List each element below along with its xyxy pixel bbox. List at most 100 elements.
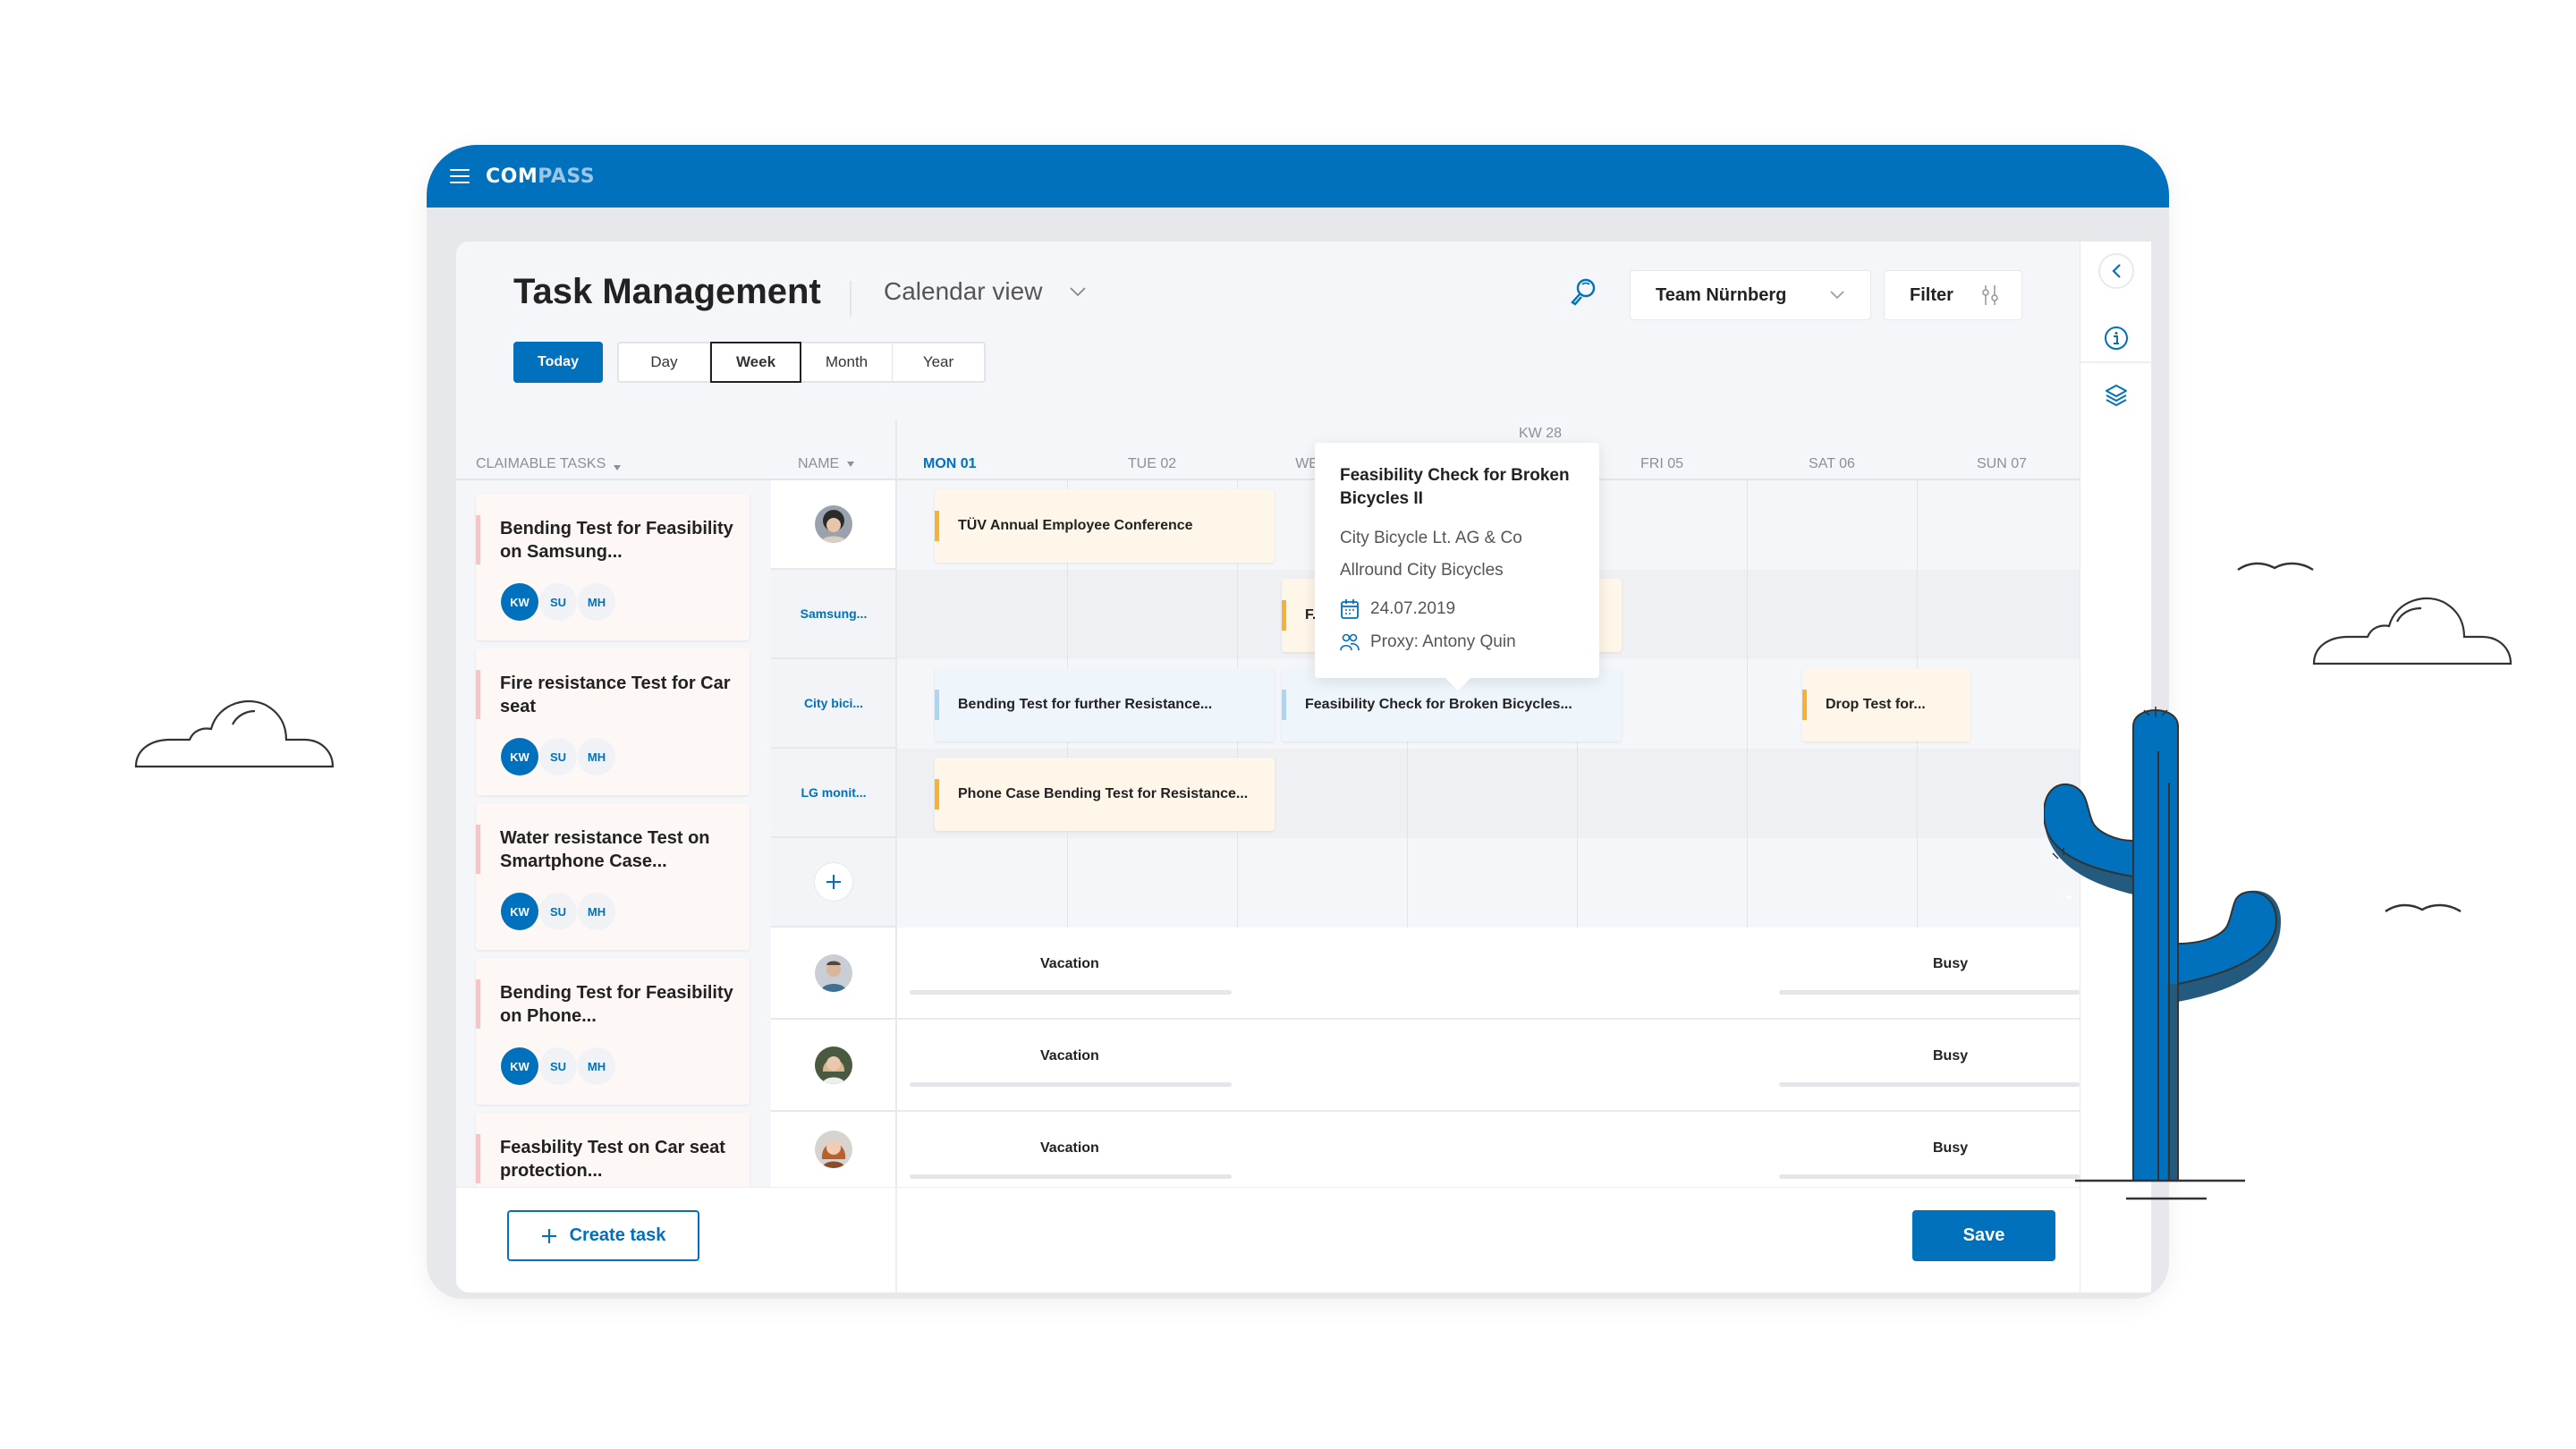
calendar-icon [1341,599,1359,619]
tab-year[interactable]: Year [893,343,984,381]
assignee-avatar[interactable]: SU [539,583,577,621]
event-accent [935,690,939,720]
assignee-avatar[interactable]: MH [578,1047,615,1085]
busy-label[interactable]: Busy [1933,1140,1968,1157]
vacation-label[interactable]: Vacation [1040,1048,1099,1064]
vacation-label[interactable]: Vacation [1040,1140,1099,1157]
vacation-label[interactable]: Vacation [1040,956,1099,972]
layers-button[interactable] [2098,377,2134,413]
name-cell [771,838,896,928]
person-avatar[interactable] [815,953,852,992]
calendar-event[interactable]: Phone Case Bending Test for Resistance..… [935,758,1275,831]
tab-week[interactable]: Week [710,342,801,383]
hamburger-menu-icon[interactable] [450,169,470,183]
calendar-event[interactable]: TÜV Annual Employee Conference [935,489,1275,563]
sliders-icon [1982,285,1998,305]
save-button[interactable]: Save [1912,1210,2055,1261]
task-card[interactable]: Bending Test for Feasibility on Phone...… [476,958,750,1105]
task-card[interactable]: Fire resistance Test for Car seat KW SU … [476,648,750,795]
event-title: TÜV Annual Employee Conference [958,518,1193,533]
info-button[interactable] [2098,320,2134,356]
app-logo: COMPASS [486,165,596,188]
info-icon [2105,326,2128,350]
cloud-right-icon [2312,597,2512,665]
assignee-avatar[interactable]: MH [578,583,615,621]
team-select[interactable]: Team Nürnberg [1630,270,1871,320]
vacation-bar [910,990,1232,995]
assignee-avatar[interactable]: KW [501,583,538,621]
name-header-label: NAME [798,456,840,471]
create-task-button[interactable]: Create task [507,1210,699,1261]
page-title: Task Management [513,272,821,311]
add-row-button[interactable] [814,862,853,902]
calendar-event[interactable]: Bending Test for further Resistance... [935,668,1275,741]
event-accent [1282,690,1286,720]
view-tabs: Day Week Month Year [617,342,986,383]
person-avatar[interactable] [815,1046,852,1084]
assignee-avatar[interactable]: SU [539,1047,577,1085]
task-card[interactable]: Water resistance Test on Smartphone Case… [476,803,750,950]
task-accent [476,979,480,1029]
task-card[interactable]: Feasbility Test on Car seat protection..… [476,1113,750,1187]
assignee-avatar[interactable]: KW [501,738,538,775]
filter-label: Filter [1910,284,1953,305]
today-button[interactable]: Today [513,342,603,383]
assignee-avatar[interactable]: SU [539,893,577,930]
busy-label[interactable]: Busy [1933,956,1968,972]
bird-icon [2385,903,2462,913]
top-bar: COMPASS [427,145,2169,208]
cactus-illustration [2044,707,2281,1200]
tab-month[interactable]: Month [801,343,893,381]
assignee-list: KW SU MH [501,1047,616,1085]
assignee-avatar[interactable]: SU [539,738,577,775]
name-cell: City bici... [771,659,896,749]
title-divider [850,281,852,317]
person-avatar[interactable] [815,505,852,543]
task-title: Feasbility Test on Car seat protection..… [500,1138,725,1181]
create-task-label: Create task [569,1225,666,1245]
claimable-tasks-header[interactable]: CLAIMABLE TASKS [476,456,622,472]
assignee-list: KW SU MH [501,738,616,775]
task-accent [476,825,480,874]
day-header-sun: SUN 07 [1976,456,2028,471]
tooltip-date: 24.07.2019 [1340,598,1455,620]
name-cell: Samsung... [771,570,896,659]
calendar-event[interactable]: Drop Test for... [1802,668,1970,741]
assignee-list: KW SU MH [501,583,616,621]
assignee-avatar[interactable]: KW [501,1047,538,1085]
sort-down-icon [847,462,855,467]
footer-divider [895,1188,897,1292]
filter-button[interactable]: Filter [1884,270,2022,320]
name-header[interactable]: NAME [798,456,855,472]
tooltip-title: Feasibility Check for Broken Bicycles II [1340,466,1570,508]
search-icon[interactable] [1570,277,1597,306]
customer-link[interactable]: Samsung... [801,606,868,621]
task-title: Fire resistance Test for Car seat [500,674,731,716]
task-accent [476,515,480,564]
task-accent [476,670,480,719]
task-card[interactable]: Bending Test for Feasibility on Samsung.… [476,494,750,640]
team-select-value: Team Nürnberg [1656,284,1787,305]
busy-bar [1779,1174,2080,1179]
customer-link[interactable]: LG monit... [801,785,866,800]
assignee-avatar[interactable]: MH [578,738,615,775]
name-cell [771,1112,896,1187]
day-gridline [1747,480,1748,928]
claimable-tasks-list: Bending Test for Feasibility on Samsung.… [456,480,771,1187]
assignee-list: KW SU MH [501,893,616,930]
claimable-tasks-header-label: CLAIMABLE TASKS [476,456,606,471]
busy-label[interactable]: Busy [1933,1048,1968,1064]
collapse-button[interactable] [2098,253,2134,289]
sort-down-icon [614,465,622,470]
tab-day[interactable]: Day [619,343,710,381]
person-avatar[interactable] [815,1131,852,1168]
calendar-row [897,838,2080,928]
event-title: Drop Test for... [1826,697,1926,712]
customer-link[interactable]: City bici... [804,696,863,710]
cloud-left-icon [134,699,335,768]
view-selector[interactable]: Calendar view [884,277,1087,306]
busy-bar [1779,1082,2080,1087]
assignee-avatar[interactable]: KW [501,893,538,930]
event-tooltip: Feasibility Check for Broken Bicycles II… [1315,443,1599,691]
assignee-avatar[interactable]: MH [578,893,615,930]
